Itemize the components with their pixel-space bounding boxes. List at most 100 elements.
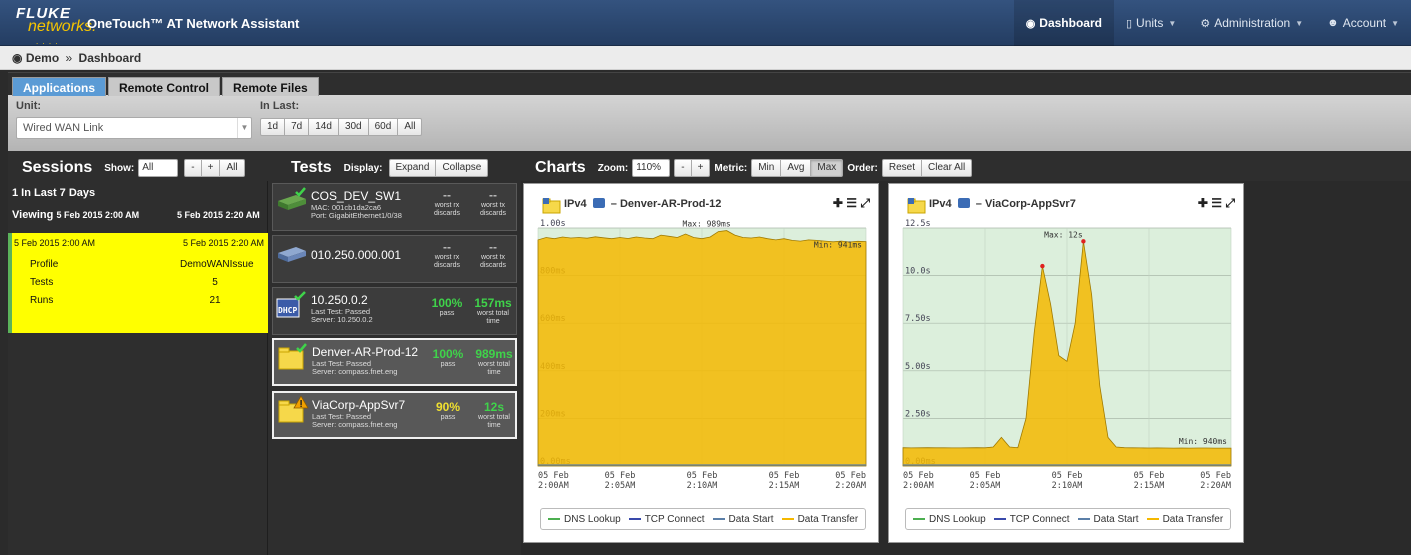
sessions-decrease-button[interactable]: -	[184, 159, 202, 177]
test-metric-1-label-a: worst rx	[434, 254, 460, 261]
test-metric-2-value: --	[489, 188, 497, 202]
zoom-out-button[interactable]: -	[674, 159, 692, 177]
test-metric-1: -- worst rx discards	[425, 188, 469, 218]
session-row-label: Tests	[30, 277, 54, 288]
sessions-increase-button[interactable]: +	[200, 159, 221, 177]
legend-data-start[interactable]: Data Start	[712, 513, 774, 525]
nav-dashboard[interactable]: ◉ Dashboard	[1013, 0, 1114, 46]
sessions-viewing: Viewing 5 Feb 2015 2:00 AM	[12, 209, 139, 221]
test-detail-2: Server: 10.250.0.2	[311, 315, 373, 324]
test-metric-2-value: 989ms	[475, 347, 513, 361]
chart-panel[interactable]: IPv4 – ViaCorp-AppSvr7 ✚ ☰ ⤢ 0.00ms2.50s…	[888, 183, 1244, 543]
dashboard-icon: ◉	[1025, 17, 1036, 30]
unit-select[interactable]: Wired WAN Link ▼	[16, 117, 252, 139]
app-title: OneTouch™ AT Network Assistant	[87, 16, 300, 31]
metric-max-button[interactable]: Max	[810, 159, 844, 177]
session-row-runs: Runs 21	[30, 295, 245, 306]
x-tick-label: 05 Feb	[835, 471, 866, 481]
test-metric-1-value: 100%	[431, 296, 463, 310]
peak-marker	[1081, 239, 1086, 244]
sessions-show-input[interactable]: All	[138, 159, 179, 177]
test-metric-1-label-a: worst rx	[434, 202, 460, 209]
test-metric-1-value: 90%	[435, 400, 461, 414]
dhcp-icon: DHCP	[276, 291, 306, 318]
legend-dns-lookup[interactable]: DNS Lookup	[913, 513, 986, 525]
metric-min-button[interactable]: Min	[751, 159, 782, 177]
order-button-group: Reset Clear All	[881, 159, 973, 177]
in-last-1d[interactable]: 1d	[260, 118, 286, 136]
legend-label: DNS Lookup	[929, 513, 986, 525]
in-last-30d[interactable]: 30d	[337, 118, 369, 136]
test-metric-1: 100% pass	[425, 296, 469, 318]
in-last-label: In Last:	[260, 100, 300, 112]
legend-tcp-connect[interactable]: TCP Connect	[628, 513, 705, 525]
test-metric-1-label-b: discards	[433, 210, 461, 217]
chevron-down-icon: ▼	[237, 118, 251, 138]
test-metric-1: 100% pass	[426, 347, 470, 369]
metric-avg-button[interactable]: Avg	[780, 159, 812, 177]
session-row-value: 21	[209, 295, 221, 306]
legend-label: Data Start	[1093, 513, 1139, 525]
chart-panel[interactable]: IPv4 – Denver-AR-Prod-12 ✚ ☰ ⤢ 0.00ms200…	[523, 183, 879, 543]
fluke-logo[interactable]: FLUKE networks. . . . .	[16, 5, 96, 46]
test-metric-2-value: 157ms	[474, 296, 512, 310]
caret-down-icon: ▼	[1391, 18, 1399, 28]
in-last-14d[interactable]: 14d	[308, 118, 339, 136]
breadcrumb-root[interactable]: Demo	[26, 51, 59, 65]
test-item[interactable]: 010.250.000.001 -- worst rx discards -- …	[272, 235, 517, 283]
sessions-all-button[interactable]: All	[219, 159, 245, 177]
legend-data-start[interactable]: Data Start	[1077, 513, 1139, 525]
caret-down-icon: ▼	[1168, 18, 1177, 28]
order-reset-button[interactable]: Reset	[881, 159, 922, 177]
clear-all-button[interactable]: Clear All	[921, 159, 973, 177]
session-card[interactable]: 5 Feb 2015 2:00 AM 5 Feb 2015 2:20 AM Pr…	[8, 233, 268, 333]
users-icon: ☻	[1327, 17, 1339, 29]
test-detail-2: Server: compass.fnet.eng	[312, 367, 398, 376]
test-item[interactable]: DHCP 10.250.0.2 Last Test: Passed Server…	[272, 287, 517, 335]
test-name: ViaCorp-AppSvr7	[312, 398, 406, 412]
zoom-in-button[interactable]: +	[690, 159, 711, 177]
test-item[interactable]: ViaCorp-AppSvr7 Last Test: Passed Server…	[272, 391, 517, 439]
test-metric-2-value: --	[489, 240, 497, 254]
session-start: 5 Feb 2015 2:00 AM	[14, 238, 96, 248]
sessions-header: Sessions Show: All - + All	[22, 155, 245, 181]
y-tick-label: 7.50s	[905, 314, 931, 324]
in-last-7d[interactable]: 7d	[284, 118, 310, 136]
in-last-60d[interactable]: 60d	[367, 118, 399, 136]
collapse-button[interactable]: Collapse	[435, 159, 489, 177]
tab-remote-files[interactable]: Remote Files	[222, 77, 319, 96]
legend-data-transfer[interactable]: Data Transfer	[781, 513, 858, 525]
switch-icon	[278, 187, 306, 210]
legend-swatch	[993, 518, 1006, 520]
test-metric-1-value: --	[443, 240, 451, 254]
x-tick-label: 05 Feb	[1200, 471, 1231, 481]
test-metric-2-label-b: discards	[479, 262, 507, 269]
nav-account[interactable]: ☻ Account ▼	[1315, 0, 1411, 46]
expand-button[interactable]: Expand	[388, 159, 437, 177]
tab-remote-control[interactable]: Remote Control	[108, 77, 221, 96]
tab-applications[interactable]: Applications	[12, 77, 107, 96]
chart-plot: 0.00ms2.50s5.00s7.50s10.0s12.5s05 Feb2:0…	[902, 219, 1232, 491]
y-tick-label: 1.00s	[540, 219, 566, 229]
zoom-input[interactable]: 110%	[632, 159, 671, 177]
min-label: Min: 941ms	[814, 241, 862, 250]
in-last-all[interactable]: All	[397, 118, 423, 136]
test-metric-1-label-a: pass	[439, 310, 455, 317]
dashboard-icon: ◉	[12, 51, 23, 65]
legend-tcp-connect[interactable]: TCP Connect	[993, 513, 1070, 525]
nav-administration[interactable]: ⚙ Administration ▼	[1188, 0, 1315, 46]
caret-down-icon: ▼	[1295, 18, 1304, 28]
session-row-label: Runs	[30, 295, 54, 306]
test-metric-2-value: 12s	[483, 400, 505, 414]
legend-dns-lookup[interactable]: DNS Lookup	[548, 513, 621, 525]
legend-label: Data Transfer	[1162, 513, 1224, 525]
legend-data-transfer[interactable]: Data Transfer	[1146, 513, 1224, 525]
test-metric-2: 12s worst total time	[472, 400, 516, 430]
unit-select-value: Wired WAN Link	[23, 122, 104, 134]
test-item[interactable]: COS_DEV_SW1 MAC: 001cb1da2ca6 Port: Giga…	[272, 183, 517, 231]
nav-units[interactable]: ▯ Units ▼	[1114, 0, 1188, 46]
units-icon: ▯	[1125, 17, 1133, 30]
test-metric-2-label-b: discards	[479, 210, 507, 217]
max-label: Max: 989ms	[683, 220, 731, 229]
test-item[interactable]: Denver-AR-Prod-12 Last Test: Passed Serv…	[272, 338, 517, 386]
